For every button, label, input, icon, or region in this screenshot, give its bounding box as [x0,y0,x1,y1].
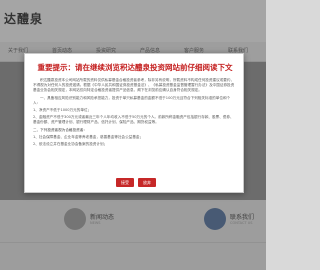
disclaimer-paragraph: 一、具备相应风险识别能力和风险承担能力，投资于单只私募基金的金额不低于100万元… [33,95,231,105]
disclaimer-item: 1、社会保障基金、企业年金等养老基金，慈善基金等社会公益基金； [33,134,144,139]
disclaimer-paragraph: 积达醴泉投资本公司网站所载的资料仅供私募基金合格投资者参考，除非另有说明，所载资… [33,78,235,93]
modal-body[interactable]: 积达醴泉投资本公司网站所载的资料仅供私募基金合格投资者参考，除非另有说明，所载资… [33,78,237,174]
accept-button[interactable]: 接受 [116,178,134,187]
disclaimer-item: 1、净资产不低于1000万元的单位； [33,108,92,113]
disclaimer-heading: 二、下列投资者视为合格投资者： [33,127,87,132]
modal-title: 重要提示：请在继续浏览积达醴泉投资网站前仔细阅读下文 [37,63,233,72]
decline-button[interactable]: 放弃 [138,178,156,187]
disclaimer-modal: 重要提示：请在继续浏览积达醴泉投资网站前仔细阅读下文 积达醴泉投资本公司网站所载… [24,53,244,193]
disclaimer-item: 2、金融资产不低于300万元或者最近三年个人年均收入不低于50万元的个人。前款所… [33,115,234,125]
disclaimer-item: 2、依法设立并在基金业协会备案的投资计划； [33,142,108,147]
